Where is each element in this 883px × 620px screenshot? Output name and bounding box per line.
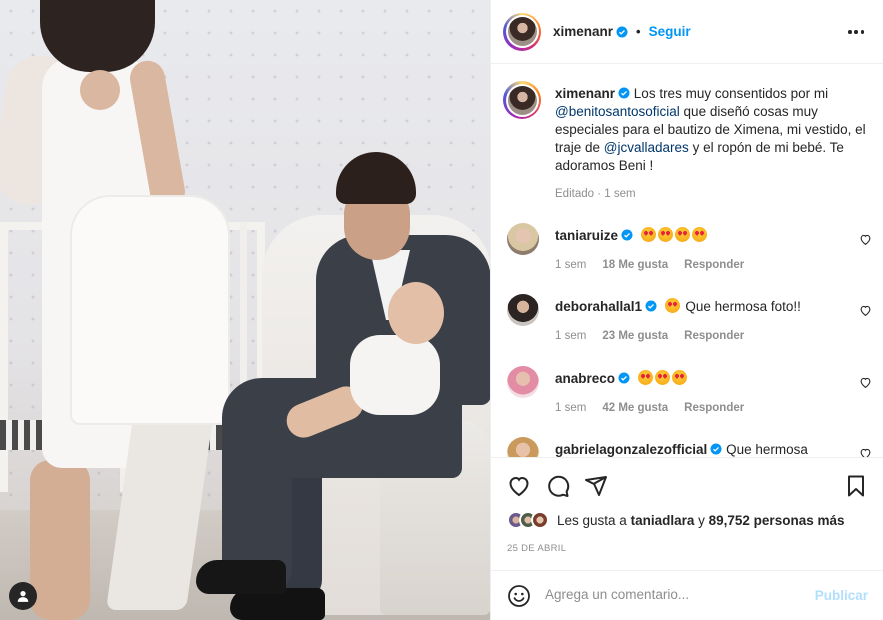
liker-username[interactable]: taniadlara bbox=[631, 513, 695, 528]
action-bar bbox=[491, 457, 883, 507]
post-date[interactable]: 25 DE ABRIL bbox=[507, 543, 566, 554]
save-icon[interactable] bbox=[844, 474, 868, 498]
comment-time[interactable]: 1 sem bbox=[555, 330, 586, 342]
comment-meta: 1 sem 18 Me gusta Responder bbox=[555, 259, 744, 271]
avatar-image bbox=[507, 85, 537, 115]
commenter-avatar[interactable] bbox=[507, 294, 539, 326]
user-tag-button[interactable] bbox=[9, 582, 37, 610]
verified-badge-icon bbox=[618, 87, 630, 99]
commenter-username[interactable]: gabrielagonzalezofficial bbox=[555, 442, 707, 457]
likes-count[interactable]: 89,752 personas más bbox=[709, 513, 845, 528]
post-header: ximenanr • Seguir bbox=[491, 0, 883, 64]
user-tag-icon bbox=[17, 591, 29, 602]
baby-body bbox=[350, 335, 440, 415]
comment-text: deborahallal1 Que hermosa foto!! bbox=[555, 298, 845, 316]
heart-eyes-emoji-icon bbox=[657, 227, 673, 242]
heart-icon[interactable] bbox=[859, 233, 872, 246]
heart-icon[interactable] bbox=[507, 474, 531, 498]
post-photo[interactable] bbox=[0, 0, 490, 620]
heart-eyes-emoji-icon bbox=[664, 298, 680, 313]
comment-body: Que hermosa foto!! bbox=[685, 299, 801, 314]
likes-connector: y bbox=[698, 512, 705, 528]
comment-likes[interactable]: 18 Me gusta bbox=[602, 259, 668, 271]
heart-eyes-emoji-icon bbox=[654, 370, 670, 385]
commenter-username[interactable]: anabreco bbox=[555, 371, 615, 386]
comment-likes[interactable]: 23 Me gusta bbox=[602, 330, 668, 342]
caption-avatar[interactable] bbox=[503, 81, 541, 119]
author-username[interactable]: ximenanr bbox=[553, 24, 613, 39]
woman-legs bbox=[30, 460, 90, 620]
comment-meta: 1 sem 23 Me gusta Responder bbox=[555, 330, 744, 342]
christening-gown bbox=[70, 195, 230, 425]
caption-text-part: Los tres muy consentidos por mi bbox=[633, 86, 829, 101]
comment-meta: 1 sem 42 Me gusta Responder bbox=[555, 402, 744, 414]
verified-badge-icon bbox=[710, 443, 722, 455]
emoji-icon[interactable] bbox=[507, 584, 531, 608]
commenter-avatar[interactable] bbox=[507, 366, 539, 398]
baby-head bbox=[388, 282, 444, 344]
comment-text: taniaruize bbox=[555, 227, 845, 245]
caption-meta: Editado · 1 sem bbox=[555, 188, 636, 200]
comment-time[interactable]: 1 sem bbox=[555, 402, 586, 414]
comment-text: anabreco bbox=[555, 370, 845, 388]
share-icon[interactable] bbox=[584, 474, 608, 498]
verified-badge-icon bbox=[616, 26, 628, 37]
heart-eyes-emoji-icon bbox=[640, 227, 656, 242]
heart-eyes-emoji-icon bbox=[674, 227, 690, 242]
commenter-avatar[interactable] bbox=[507, 223, 539, 255]
likes-text: Les gusta a taniadlara y 89,752 personas… bbox=[557, 513, 844, 528]
comment-time[interactable]: 1 sem bbox=[555, 259, 586, 271]
verified-badge-icon bbox=[645, 300, 657, 312]
post-side-panel: ximenanr • Seguir ximenanr Los tres muy … bbox=[490, 0, 883, 620]
comment-body: Que hermosa bbox=[726, 442, 808, 457]
heart-icon[interactable] bbox=[859, 447, 872, 457]
mention-link[interactable]: @jcvalladares bbox=[604, 140, 689, 155]
heart-icon[interactable] bbox=[859, 376, 872, 389]
heart-eyes-emoji-icon bbox=[671, 370, 687, 385]
reply-button[interactable]: Responder bbox=[684, 402, 744, 414]
caption-username[interactable]: ximenanr bbox=[555, 86, 615, 101]
reply-button[interactable]: Responder bbox=[684, 259, 744, 271]
verified-badge-icon bbox=[618, 372, 630, 384]
avatar-image bbox=[507, 17, 537, 46]
comment-composer: Publicar bbox=[491, 570, 883, 620]
heart-icon[interactable] bbox=[859, 304, 872, 317]
comment-text: gabrielagonzalezofficial Que hermosa bbox=[555, 441, 845, 457]
man-shoe bbox=[196, 560, 286, 594]
verified-badge-icon bbox=[621, 229, 633, 241]
heart-eyes-emoji-icon bbox=[691, 227, 707, 242]
comment-likes[interactable]: 42 Me gusta bbox=[602, 402, 668, 414]
separator-dot: • bbox=[636, 24, 641, 39]
comment-icon[interactable] bbox=[546, 474, 570, 498]
comment-input[interactable] bbox=[545, 587, 805, 602]
commenter-username[interactable]: deborahallal1 bbox=[555, 299, 642, 314]
caption-text: ximenanr Los tres muy consentidos por mi… bbox=[555, 85, 871, 203]
publish-button[interactable]: Publicar bbox=[815, 588, 868, 603]
commenter-avatar[interactable] bbox=[507, 437, 539, 457]
woman-neck bbox=[80, 70, 120, 110]
likes-prefix: Les gusta a bbox=[557, 512, 627, 528]
more-options-icon[interactable] bbox=[848, 24, 864, 40]
heart-eyes-emoji-icon bbox=[637, 370, 653, 385]
commenter-username[interactable]: taniaruize bbox=[555, 228, 618, 243]
liker-avatar bbox=[531, 511, 549, 529]
follow-button[interactable]: Seguir bbox=[649, 24, 691, 39]
mention-link[interactable]: @benitosantosoficial bbox=[555, 104, 680, 119]
reply-button[interactable]: Responder bbox=[684, 330, 744, 342]
comments-scroll-area[interactable]: ximenanr Los tres muy consentidos por mi… bbox=[491, 65, 883, 457]
author-avatar[interactable] bbox=[503, 12, 541, 51]
likes-summary: Les gusta a taniadlara y 89,752 personas… bbox=[507, 511, 844, 529]
